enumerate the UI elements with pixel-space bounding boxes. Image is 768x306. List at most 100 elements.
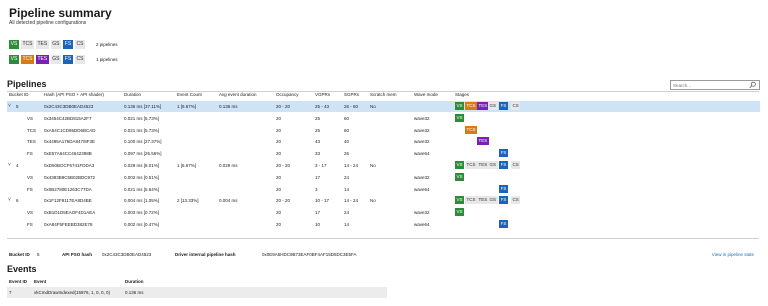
view-in-pipeline-state-link[interactable]: View in pipeline state	[712, 248, 754, 262]
cell-occupancy: 20	[276, 210, 282, 216]
detail-driver-hash-label: Driver internal pipeline hash	[175, 252, 236, 257]
stage-cs-chip: CS	[511, 161, 521, 169]
cell-sgprs: 14 - 24	[344, 198, 359, 204]
col-sgprs[interactable]: SGPRs	[344, 92, 359, 97]
cell-duration: 0.021 ms [5.64%]	[124, 186, 160, 192]
cell-wave: wave32	[414, 210, 430, 216]
cell-sgprs: 60	[344, 127, 350, 133]
cell-wave: wave32	[414, 174, 430, 180]
col-avg-duration[interactable]: Avg event duration	[219, 92, 256, 97]
cell-occupancy: 20 - 20	[276, 104, 291, 109]
pipelines-heading: Pipelines	[7, 79, 47, 89]
shader-row[interactable]: TES 0x4495A176DA847/8F3E 0.100 ms [27.37%]…	[7, 136, 760, 147]
cell-scratch: No	[370, 163, 376, 168]
search-icon[interactable]	[748, 81, 757, 89]
cell-id: TCS	[27, 127, 36, 133]
cell-occupancy: 20	[276, 127, 282, 133]
shader-row[interactable]: FS 0x0B2780E1263C77DA 0.021 ms [5.64%] 20 3 1…	[7, 184, 760, 195]
stage-cs-chip: CS	[74, 39, 85, 49]
cell-hash: 0x3454C42BD815A2F7	[44, 115, 92, 121]
col-occupancy[interactable]: Occupancy	[276, 92, 299, 97]
events-table-header: Event ID Event Duration	[7, 277, 387, 286]
page-title: Pipeline summary	[9, 6, 112, 20]
cell-hash: 0x4495A176DA847/8F3E	[44, 139, 96, 145]
stage-vs-chip: VS	[455, 102, 465, 110]
cell-vgprs: 10 - 17	[315, 198, 330, 204]
stage-tcs-chip: TCS	[21, 54, 34, 64]
search-input[interactable]	[673, 81, 747, 89]
col-vgprs[interactable]: VGPRs	[315, 92, 330, 97]
pipeline-row[interactable]: ˅ 6 0x1F12F9117EA8D4BE 0.004 ms [1.05%] 2 [1…	[7, 195, 760, 206]
stage-tcs-chip: TCS	[465, 125, 477, 134]
shader-row[interactable]: VS 0xB1D1D5EAOF4D1AEA 0.003 ms [0.72%] 20 17…	[7, 207, 760, 218]
event-row[interactable]: 7 vkCmdDrawIndexed(15876, 1, 0, 0, 0) 0.…	[7, 287, 387, 298]
summary-config-2[interactable]: VS TCS TES GS FS CS 1 pipelines	[9, 54, 117, 64]
shader-row[interactable]: VS 0x4383B8C5B02BDC972 0.002 ms [0.51%] 20 1…	[7, 172, 760, 183]
col-stages[interactable]: Stages	[455, 92, 469, 97]
stage-vs-chip: VS	[455, 172, 465, 181]
stage-fs-chip: FS	[62, 54, 73, 64]
cell-id: VS	[27, 174, 34, 180]
col-event-count[interactable]: Event Count	[177, 92, 202, 97]
col-event-id[interactable]: Event ID	[9, 277, 27, 286]
col-event[interactable]: Event	[34, 277, 46, 286]
cell-hash: 0x2C43C3DB0EAD4523	[44, 104, 94, 109]
cell-events: 2 [13.33%]	[177, 198, 199, 204]
cell-vgprs: 25	[315, 115, 321, 121]
pipeline-row[interactable]: ˅ 4 0xD50BOCF6741FDDA3 0.029 ms [8.01%] 1 [6…	[7, 160, 760, 171]
events-heading: Events	[7, 264, 37, 274]
cell-vgprs: 10	[315, 222, 321, 227]
cell-id: FS	[27, 186, 33, 192]
cell-avg: 0.136 ms	[219, 104, 238, 109]
expand-chevron-icon[interactable]: ˅	[8, 101, 11, 112]
shader-row[interactable]: TCS 0xA54C1CD85DD6BCAD 0.021 ms [5.73%] 20 2…	[7, 125, 760, 136]
detail-api-hash-value: 0x2C43C3DB0EAD4523	[102, 252, 152, 257]
cell-wave: wave32	[414, 127, 430, 133]
cell-vgprs: 25	[315, 127, 321, 133]
expand-chevron-icon[interactable]: ˅	[8, 160, 11, 171]
summary-config-1[interactable]: VS TCS TES GS FS CS 2 pipelines	[9, 39, 117, 49]
event-call: vkCmdDrawIndexed(15876, 1, 0, 0, 0)	[34, 290, 111, 295]
expand-chevron-icon[interactable]: ˅	[8, 195, 11, 206]
col-event-duration[interactable]: Duration	[125, 277, 144, 286]
pipelines-table-header: Bucket ID Hash (API PSO + API shader) Du…	[7, 92, 760, 100]
cell-vgprs: 25 - 43	[315, 104, 330, 109]
cell-duration: 0.002 ms [0.51%]	[124, 174, 160, 180]
cell-vgprs: 33	[315, 151, 321, 157]
col-duration[interactable]: Duration	[124, 92, 141, 97]
col-wave-mode[interactable]: Wave mode	[414, 92, 438, 97]
cell-hash: 0xA84F5FEEBD382E78	[44, 222, 93, 227]
stage-vs-chip: VS	[455, 161, 465, 169]
cell-wave: wave64	[414, 151, 430, 157]
cell-scratch: No	[370, 198, 376, 204]
cell-id: FS	[27, 151, 33, 157]
col-scratch-mem[interactable]: Scratch mem	[370, 92, 397, 97]
cell-hash: 0xD50BOCF6741FDDA3	[44, 163, 95, 168]
pipeline-row[interactable]: ˅ 5 0x2C43C3DB0EAD4523 0.136 ms [37.11%] 1 […	[7, 101, 760, 112]
cell-occupancy: 20	[276, 139, 282, 145]
pipeline-count-label: 1 pipelines	[95, 56, 118, 62]
cell-vgprs: 43	[315, 139, 321, 145]
pipeline-count-label: 2 pipelines	[95, 41, 118, 47]
stage-tes-chip: TES	[477, 196, 489, 205]
stage-tcs-chip: TCS	[21, 39, 34, 49]
cell-duration: 0.097 ms [26.56%]	[124, 151, 162, 157]
col-bucket-id[interactable]: Bucket ID	[9, 92, 29, 97]
col-hash[interactable]: Hash (API PSO + API shader)	[44, 92, 104, 97]
cell-occupancy: 20 - 20	[276, 163, 291, 168]
cell-duration: 0.021 ms [5.73%]	[124, 127, 160, 133]
shader-row[interactable]: FS 0xE57A64CC4642398B 0.097 ms [26.56%] 20 3…	[7, 148, 760, 159]
cell-id: VS	[27, 210, 34, 216]
cell-duration: 0.004 ms [1.05%]	[124, 198, 160, 204]
cell-occupancy: 20	[276, 115, 282, 121]
shader-row[interactable]: FS 0xA84F5FEEBD382E78 0.002 ms [0.47%] 20 10…	[7, 219, 760, 230]
stage-tes-chip: TES	[477, 137, 489, 146]
search-box[interactable]	[670, 80, 760, 90]
cell-sgprs: 14	[344, 186, 350, 192]
cell-sgprs: 60	[344, 115, 350, 121]
stage-vs-chip: VS	[455, 208, 465, 217]
detail-divider	[7, 238, 759, 239]
cell-duration: 0.100 ms [27.37%]	[124, 139, 162, 145]
cell-scratch: No	[370, 104, 376, 109]
shader-row[interactable]: VS 0x3454C42BD815A2F7 0.021 ms [5.73%] 20 25…	[7, 113, 760, 124]
